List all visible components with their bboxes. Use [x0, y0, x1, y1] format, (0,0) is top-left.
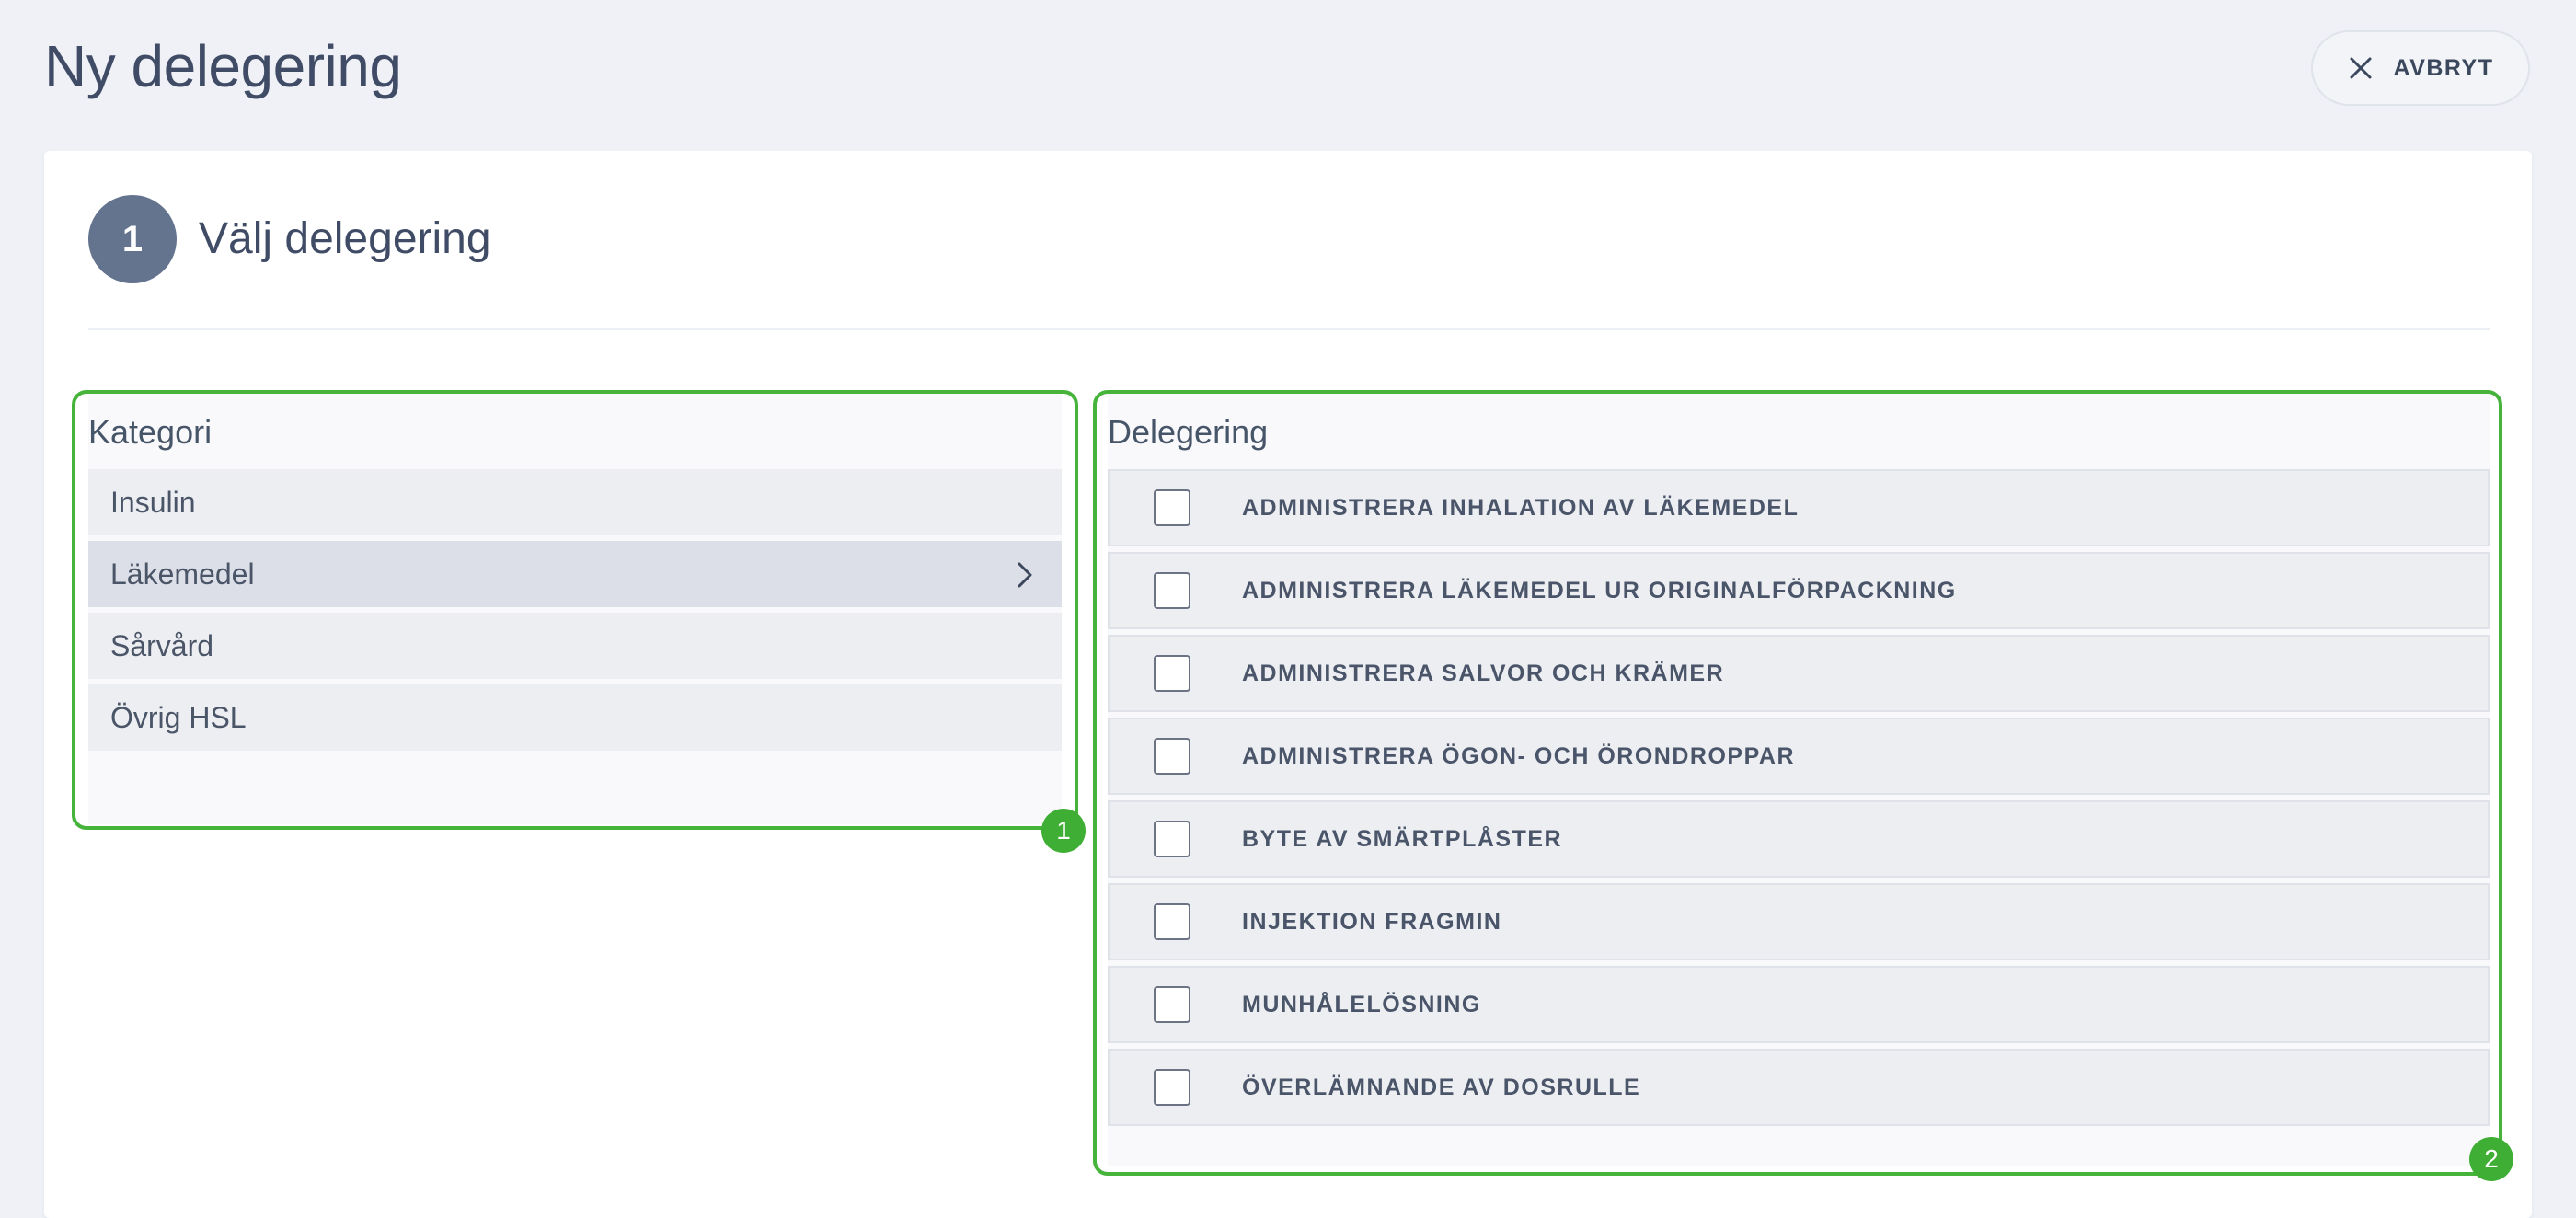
delegation-list: ADMINISTRERA INHALATION AV LÄKEMEDEL ADMI… [1108, 469, 2490, 1132]
step-title: Välj delegering [199, 214, 491, 263]
delegation-checkbox[interactable] [1154, 903, 1190, 940]
annotation-marker-1: 1 [1041, 809, 1086, 853]
category-item-label: Sårvård [110, 628, 214, 662]
delegation-row[interactable]: ADMINISTRERA LÄKEMEDEL UR ORIGINALFÖRPAC… [1108, 552, 2490, 629]
category-item[interactable]: Insulin [88, 469, 1062, 535]
delegation-checkbox[interactable] [1154, 738, 1190, 775]
delegation-label: BYTE AV SMÄRTPLÅSTER [1242, 825, 1563, 852]
category-item-label: Övrig HSL [110, 700, 247, 734]
cancel-button-label: AVBRYT [2393, 54, 2494, 81]
delegation-label: ÖVERLÄMNANDE AV DOSRULLE [1242, 1074, 1641, 1100]
delegation-label: ADMINISTRERA INHALATION AV LÄKEMEDEL [1242, 494, 1800, 521]
delegation-label: ADMINISTRERA ÖGON- OCH ÖRONDROPPAR [1242, 742, 1795, 769]
delegation-checkbox[interactable] [1154, 821, 1190, 857]
delegation-row[interactable]: ADMINISTRERA INHALATION AV LÄKEMEDEL [1108, 469, 2490, 546]
delegation-checkbox[interactable] [1154, 655, 1190, 692]
category-panel-title: Kategori [88, 413, 213, 451]
delegation-label: ADMINISTRERA SALVOR OCH KRÄMER [1242, 660, 1725, 686]
delegation-row[interactable]: ADMINISTRERA SALVOR OCH KRÄMER [1108, 635, 2490, 712]
step-number-badge: 1 [88, 195, 177, 283]
delegation-checkbox[interactable] [1154, 489, 1190, 526]
delegation-label: ADMINISTRERA LÄKEMEDEL UR ORIGINALFÖRPAC… [1242, 577, 1957, 603]
category-item[interactable]: Övrig HSL [88, 684, 1062, 751]
category-item-label: Läkemedel [110, 557, 255, 591]
category-list: Insulin Läkemedel Sårvård Övrig HSL [88, 469, 1062, 756]
delegation-checkbox[interactable] [1154, 1069, 1190, 1106]
cancel-button[interactable]: AVBRYT [2311, 30, 2530, 106]
delegation-row[interactable]: MUNHÅLELÖSNING [1108, 966, 2490, 1043]
main-card: 1 Välj delegering Kategori Insulin Läkeme… [44, 151, 2532, 1218]
annotation-marker-2: 2 [2469, 1137, 2513, 1181]
delegation-label: MUNHÅLELÖSNING [1242, 991, 1481, 1017]
page-title: Ny delegering [44, 33, 402, 99]
divider [88, 328, 2490, 330]
close-icon [2348, 55, 2374, 81]
delegation-row[interactable]: ADMINISTRERA ÖGON- OCH ÖRONDROPPAR [1108, 718, 2490, 795]
delegation-panel: Delegering ADMINISTRERA INHALATION AV LÄ… [1108, 394, 2490, 1166]
delegation-row[interactable]: ÖVERLÄMNANDE AV DOSRULLE [1108, 1049, 2490, 1126]
delegation-panel-title: Delegering [1108, 413, 1269, 451]
chevron-right-icon [1014, 561, 1036, 589]
delegation-row[interactable]: BYTE AV SMÄRTPLÅSTER [1108, 800, 2490, 878]
delegation-checkbox[interactable] [1154, 986, 1190, 1023]
delegation-label: INJEKTION FRAGMIN [1242, 908, 1502, 935]
delegation-row[interactable]: INJEKTION FRAGMIN [1108, 883, 2490, 960]
category-panel: Kategori Insulin Läkemedel Sårvård Övrig HS… [88, 394, 1062, 824]
category-item[interactable]: Läkemedel [88, 541, 1062, 607]
delegation-checkbox[interactable] [1154, 572, 1190, 609]
category-item[interactable]: Sårvård [88, 613, 1062, 679]
category-item-label: Insulin [110, 485, 196, 519]
